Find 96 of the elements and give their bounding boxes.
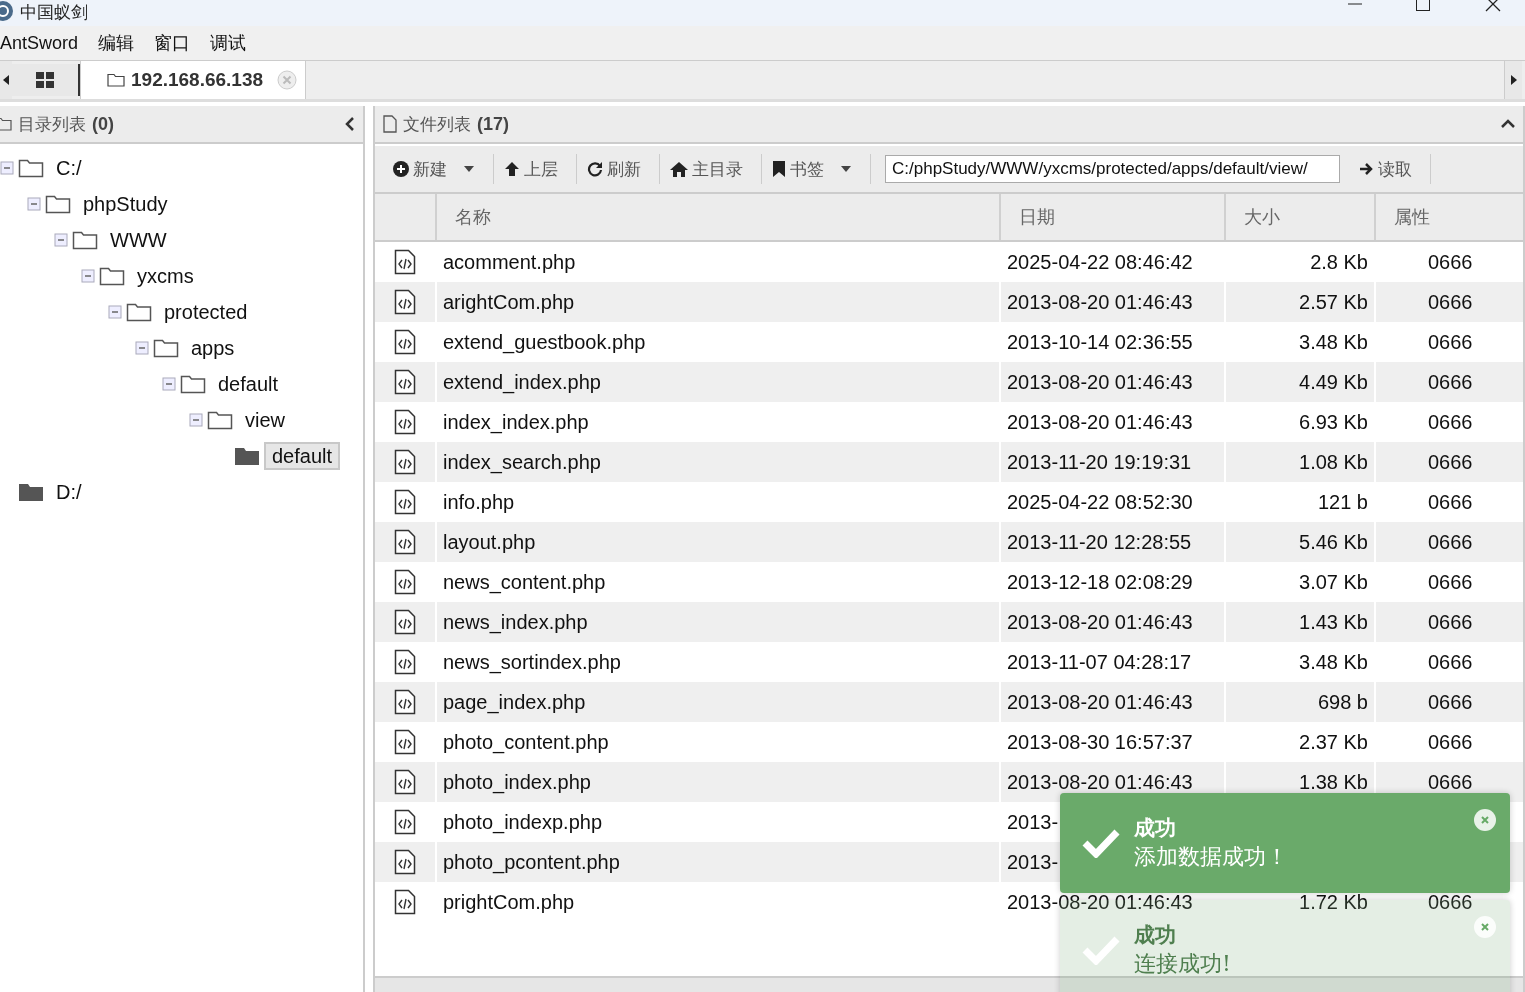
code-file-icon — [394, 609, 416, 635]
right-arrow-icon — [1358, 161, 1374, 177]
tree-node[interactable]: default — [264, 442, 341, 470]
up-arrow-icon — [504, 161, 520, 177]
check-icon — [1082, 935, 1120, 965]
menu-item[interactable]: 窗口 — [154, 31, 191, 55]
folder-icon — [180, 374, 206, 394]
code-file-icon — [394, 809, 416, 835]
tree-node[interactable]: apps — [183, 334, 243, 362]
caret-icon — [840, 165, 852, 173]
tree-node[interactable]: yxcms — [129, 262, 202, 290]
menu-item[interactable]: 调试 — [210, 31, 247, 55]
code-file-icon — [394, 249, 416, 275]
folder-icon — [18, 158, 44, 178]
folder-icon — [126, 302, 152, 322]
collapse-icon[interactable] — [162, 377, 176, 391]
plus-icon — [393, 161, 409, 177]
folder-icon — [99, 266, 125, 286]
home-icon — [670, 161, 688, 177]
collapse-icon[interactable] — [54, 233, 68, 247]
toolbar-button[interactable]: 上层 — [494, 154, 577, 184]
toolbar-button[interactable]: 主目录 — [660, 154, 762, 184]
file-icon — [383, 115, 397, 133]
column-header[interactable]: 大小 — [1224, 194, 1374, 240]
caret-icon — [463, 165, 475, 173]
close-button[interactable] — [1474, 916, 1496, 938]
toast-title: 成功 — [1134, 814, 1176, 842]
code-file-icon — [394, 769, 416, 795]
collapse-icon[interactable] — [0, 161, 14, 175]
folder-count: (0) — [92, 113, 114, 135]
scroll-right-button[interactable] — [1504, 61, 1522, 99]
tree-node[interactable]: C:/ — [48, 154, 90, 182]
code-file-icon — [394, 489, 416, 515]
code-file-icon — [394, 329, 416, 355]
code-file-icon — [394, 409, 416, 435]
toolbar-button[interactable]: 书签 — [762, 154, 871, 184]
folder-icon — [207, 410, 233, 430]
collapse-icon[interactable] — [189, 413, 203, 427]
file-count: (17) — [477, 113, 509, 135]
collapse-left-icon[interactable] — [345, 117, 355, 131]
grid-button[interactable] — [12, 64, 80, 96]
collapse-icon[interactable] — [81, 269, 95, 283]
close-icon — [1480, 815, 1490, 825]
tree-node[interactable]: WWW — [102, 226, 175, 254]
tree-node[interactable]: phpStudy — [75, 190, 176, 218]
panel-title: 目录列表 — [18, 112, 86, 136]
file-name: prightCom.php — [435, 882, 999, 922]
close-icon[interactable] — [1485, 0, 1501, 12]
menu-item[interactable]: AntSword — [0, 32, 79, 54]
code-file-icon — [394, 729, 416, 755]
toolbar-button[interactable]: 新建 — [383, 154, 494, 184]
toast-message: 连接成功! — [1134, 950, 1231, 978]
refresh-icon — [587, 161, 603, 177]
collapse-icon[interactable] — [135, 341, 149, 355]
column-header[interactable]: 属性 — [1374, 194, 1523, 240]
code-file-icon — [394, 689, 416, 715]
toast-title: 成功 — [1134, 921, 1176, 949]
left-arrow-icon — [3, 75, 9, 85]
folder-icon — [153, 338, 179, 358]
code-file-icon — [394, 849, 416, 875]
column-header[interactable]: 名称 — [435, 194, 999, 240]
scroll-left-button[interactable] — [0, 61, 12, 99]
folder-icon — [107, 73, 125, 87]
folder-icon — [72, 230, 98, 250]
code-file-icon — [394, 369, 416, 395]
bookmark-icon — [772, 161, 786, 177]
window-title: 中国蚁剑 — [20, 2, 88, 24]
close-icon — [1480, 922, 1490, 932]
tree-node[interactable]: view — [237, 406, 293, 434]
check-icon — [1082, 828, 1120, 858]
code-file-icon — [394, 289, 416, 315]
code-file-icon — [394, 529, 416, 555]
right-arrow-icon — [1510, 75, 1517, 85]
column-header[interactable]: 日期 — [999, 194, 1224, 240]
path-field[interactable]: C:/phpStudy/WWW/yxcms/protected/apps/default/view/ — [885, 155, 1340, 183]
code-file-icon — [394, 449, 416, 475]
tree-node[interactable]: protected — [156, 298, 256, 326]
collapse-up-icon[interactable] — [1501, 119, 1515, 129]
code-file-icon — [394, 569, 416, 595]
collapse-icon[interactable] — [108, 305, 122, 319]
code-file-icon — [394, 889, 416, 915]
tree-node[interactable]: default — [210, 370, 287, 398]
grid-icon — [36, 72, 54, 88]
folder-icon — [45, 194, 71, 214]
collapse-icon[interactable] — [27, 197, 41, 211]
tab[interactable]: 192.168.66.138 — [80, 61, 307, 99]
tree-node[interactable]: D:/ — [48, 478, 90, 506]
code-file-icon — [394, 649, 416, 675]
menu-item[interactable]: 编辑 — [98, 31, 135, 55]
read-button[interactable]: 读取 — [1348, 154, 1431, 184]
folder-icon — [18, 482, 44, 502]
maximize-icon[interactable] — [1415, 0, 1431, 12]
toolbar-button[interactable]: 刷新 — [577, 154, 660, 184]
close-button[interactable] — [1474, 809, 1496, 831]
panel-title: 文件列表 — [403, 112, 471, 136]
folder-icon — [234, 446, 260, 466]
